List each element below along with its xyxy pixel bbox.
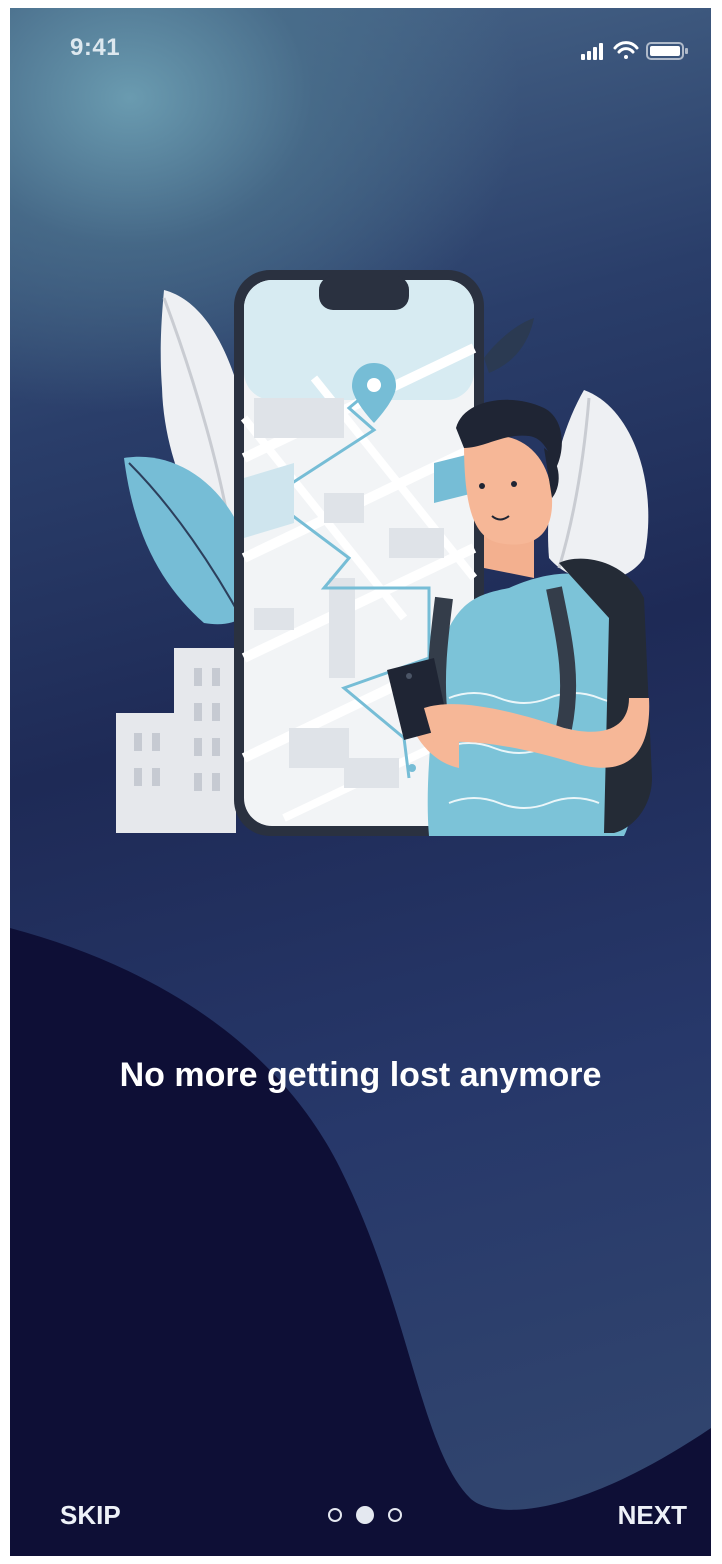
right-white-leaf xyxy=(548,390,649,581)
signal-icon xyxy=(581,43,603,60)
onboarding-screen: 9:41 No more getting lost anymore SKIP N… xyxy=(10,8,711,1556)
page-dot-1[interactable] xyxy=(328,1508,342,1522)
person-with-phone-map-illustration xyxy=(116,270,652,836)
page-dot-3[interactable] xyxy=(388,1508,402,1522)
pagination-dots xyxy=(328,1505,402,1525)
buildings xyxy=(116,648,236,833)
page-dot-2-active[interactable] xyxy=(356,1506,374,1524)
status-time: 9:41 xyxy=(70,34,121,61)
status-icons xyxy=(581,41,688,60)
dark-leaf xyxy=(484,318,534,373)
wifi-icon xyxy=(613,41,639,59)
skip-button[interactable]: SKIP xyxy=(60,1500,121,1531)
next-button[interactable]: NEXT xyxy=(618,1500,687,1531)
battery-icon xyxy=(646,42,688,60)
onboarding-headline: No more getting lost anymore xyxy=(119,1056,602,1094)
